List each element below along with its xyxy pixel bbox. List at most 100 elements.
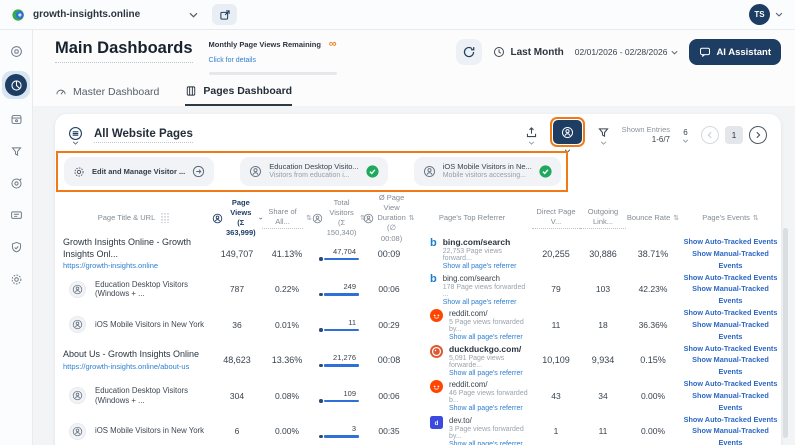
direct-views-value: 1 bbox=[553, 426, 559, 437]
quota-widget[interactable]: Monthly Page Views Remaining ∞ Click for… bbox=[208, 39, 337, 75]
show-auto-tracked-events-link[interactable]: Show Auto-Tracked Events bbox=[680, 307, 781, 319]
show-all-referrer-link[interactable]: Show all page's referrer bbox=[449, 334, 532, 341]
show-all-referrer-link[interactable]: Show all page's referrer bbox=[449, 405, 532, 412]
share-value: 13.36% bbox=[271, 355, 303, 366]
sidebar-item-calendar[interactable] bbox=[4, 107, 28, 131]
next-page-button[interactable] bbox=[749, 126, 767, 144]
page-url-link[interactable]: https://growth-insights.online bbox=[63, 261, 158, 270]
page-title: Growth Insights Online - Growth Insights… bbox=[63, 237, 192, 259]
person-icon bbox=[423, 165, 436, 178]
avatar[interactable]: TS bbox=[749, 4, 770, 25]
sidebar-item-home[interactable] bbox=[4, 39, 28, 63]
table-row: iOS Mobile Visitors in New York 6 0.00% … bbox=[55, 414, 781, 445]
show-auto-tracked-events-link[interactable]: Show Auto-Tracked Events bbox=[680, 414, 781, 426]
top-referrer-cell: duckduckgo.com/ 5,091 Page views forward… bbox=[412, 344, 532, 377]
top-referrer-cell: b bing.com/search 22,753 Page views forw… bbox=[412, 237, 532, 270]
date-range-picker[interactable]: 02/01/2026 - 02/28/2026 bbox=[575, 47, 679, 57]
shield-icon bbox=[10, 241, 23, 254]
avg-duration-value: 00:06 bbox=[378, 284, 400, 295]
page-url-link[interactable]: https://growth-insights.online/about-us bbox=[63, 362, 189, 371]
refresh-button[interactable] bbox=[456, 39, 483, 65]
show-auto-tracked-events-link[interactable]: Show Auto-Tracked Events bbox=[680, 272, 781, 284]
filter-button[interactable] bbox=[597, 126, 610, 145]
sidebar-item-settings[interactable] bbox=[4, 267, 28, 291]
reddit-icon bbox=[430, 380, 443, 394]
page-events-cell: Show Auto-Tracked Events Show Manual-Tra… bbox=[680, 307, 781, 342]
period-selector[interactable]: Last Month bbox=[493, 46, 564, 58]
current-page[interactable]: 1 bbox=[725, 126, 743, 144]
show-all-referrer-link[interactable]: Show all page's referrer bbox=[449, 441, 532, 445]
total-visitors-cell: 47,704 bbox=[312, 247, 366, 261]
chip-edit-segments[interactable]: Edit and Manage Visitor ... bbox=[64, 157, 215, 186]
col-total-visitors[interactable]: Total Visitors (Σ 150,340) ⇅ bbox=[312, 198, 366, 239]
bounce-rate-value: 36.36% bbox=[638, 319, 668, 330]
chat-icon bbox=[699, 46, 711, 58]
target-icon bbox=[10, 177, 23, 190]
show-manual-tracked-events-link[interactable]: Show Manual-Tracked Events bbox=[680, 354, 781, 377]
referrer-detail: 5,091 Page views forwarde... bbox=[449, 354, 505, 369]
gauge-icon bbox=[55, 86, 67, 98]
prev-page-button[interactable] bbox=[701, 126, 719, 144]
col-page-events[interactable]: Page's Events ⇅ bbox=[680, 213, 781, 223]
show-manual-tracked-events-link[interactable]: Show Manual-Tracked Events bbox=[680, 248, 781, 271]
show-auto-tracked-events-link[interactable]: Show Auto-Tracked Events bbox=[680, 343, 781, 355]
open-site-button[interactable] bbox=[212, 4, 238, 25]
show-all-referrer-link[interactable]: Show all page's referrer bbox=[443, 299, 532, 306]
referrer-site: reddit.com/ bbox=[449, 380, 488, 390]
export-button[interactable] bbox=[525, 126, 538, 145]
tab-pages-dashboard[interactable]: Pages Dashboard bbox=[185, 85, 293, 106]
site-picker[interactable]: growth-insights.online bbox=[12, 8, 198, 22]
gear-icon bbox=[73, 166, 85, 178]
tab-master-dashboard[interactable]: Master Dashboard bbox=[55, 85, 159, 106]
outgoing-links-value: 30,886 bbox=[589, 248, 617, 259]
col-direct-views[interactable]: Direct Page V... bbox=[532, 207, 580, 230]
page-size-select[interactable]: 6 bbox=[682, 128, 689, 143]
segment-person-icon bbox=[552, 120, 582, 144]
direct-views-value: 11 bbox=[551, 319, 561, 330]
segments-button[interactable] bbox=[549, 117, 585, 153]
shown-entries: Shown Entries 1-6/7 bbox=[621, 125, 670, 144]
ai-assistant-button[interactable]: AI Assistant bbox=[689, 39, 781, 65]
segment-name: iOS Mobile Visitors in New York bbox=[95, 426, 205, 436]
sidebar-item-goals[interactable] bbox=[4, 171, 28, 195]
table-scrollbar[interactable] bbox=[783, 228, 788, 438]
show-auto-tracked-events-link[interactable]: Show Auto-Tracked Events bbox=[680, 378, 781, 390]
chip-segment-education-desktop[interactable]: Education Desktop Visito... Visitors fro… bbox=[240, 157, 388, 186]
col-outgoing-links[interactable]: Outgoing Link... bbox=[580, 207, 626, 230]
sidebar-item-dashboards[interactable] bbox=[2, 71, 30, 99]
col-page-title-url[interactable]: Page Title & URL bbox=[55, 213, 212, 224]
col-top-referrer: Page's Top Referrer bbox=[438, 213, 506, 223]
outgoing-links-value: 34 bbox=[598, 390, 608, 401]
table-body: Growth Insights Online - Growth Insights… bbox=[55, 236, 781, 445]
outgoing-links-value: 11 bbox=[598, 426, 608, 437]
sidebar-item-privacy[interactable] bbox=[4, 235, 28, 259]
bing-icon: b bbox=[430, 272, 437, 285]
avatar-chevron-icon[interactable] bbox=[775, 12, 783, 17]
quota-details-link[interactable]: Click for details bbox=[209, 57, 256, 64]
show-all-referrer-link[interactable]: Show all page's referrer bbox=[449, 370, 532, 377]
sidebar-item-funnels[interactable] bbox=[4, 139, 28, 163]
show-auto-tracked-events-link[interactable]: Show Auto-Tracked Events bbox=[680, 236, 781, 248]
show-manual-tracked-events-link[interactable]: Show Manual-Tracked Events bbox=[680, 390, 781, 413]
col-page-views[interactable]: Page Views (Σ 363,999) bbox=[212, 198, 262, 239]
total-visitors-cell: 11 bbox=[312, 318, 366, 332]
show-all-referrer-link[interactable]: Show all page's referrer bbox=[443, 263, 532, 270]
table-row: Education Desktop Visitors (Windows + ..… bbox=[55, 272, 781, 308]
col-share[interactable]: Share of All... ⇅ bbox=[262, 207, 312, 230]
chip-segment-ios-mobile[interactable]: iOS Mobile Visitors in Ne... Mobile visi… bbox=[413, 157, 561, 186]
table-options-icon[interactable] bbox=[68, 126, 83, 145]
check-circle-icon bbox=[366, 165, 379, 178]
monitor-icon bbox=[10, 209, 23, 222]
col-bounce-rate[interactable]: Bounce Rate ⇅ bbox=[626, 213, 680, 223]
segment-name: iOS Mobile Visitors in New York bbox=[95, 319, 205, 329]
show-manual-tracked-events-link[interactable]: Show Manual-Tracked Events bbox=[680, 319, 781, 342]
page-title: Main Dashboards bbox=[55, 39, 193, 63]
share-value: 0.00% bbox=[274, 426, 300, 437]
col-avg-duration[interactable]: Ø Page View Duration (∅ 00:08) ⇅ bbox=[364, 193, 415, 244]
sidebar-item-sessions[interactable] bbox=[4, 203, 28, 227]
arrow-right-circle-icon bbox=[192, 165, 205, 178]
total-visitors-value: 3 bbox=[351, 424, 356, 434]
total-visitors-value: 11 bbox=[348, 317, 356, 327]
show-manual-tracked-events-link[interactable]: Show Manual-Tracked Events bbox=[680, 283, 781, 306]
show-manual-tracked-events-link[interactable]: Show Manual-Tracked Events bbox=[680, 425, 781, 445]
